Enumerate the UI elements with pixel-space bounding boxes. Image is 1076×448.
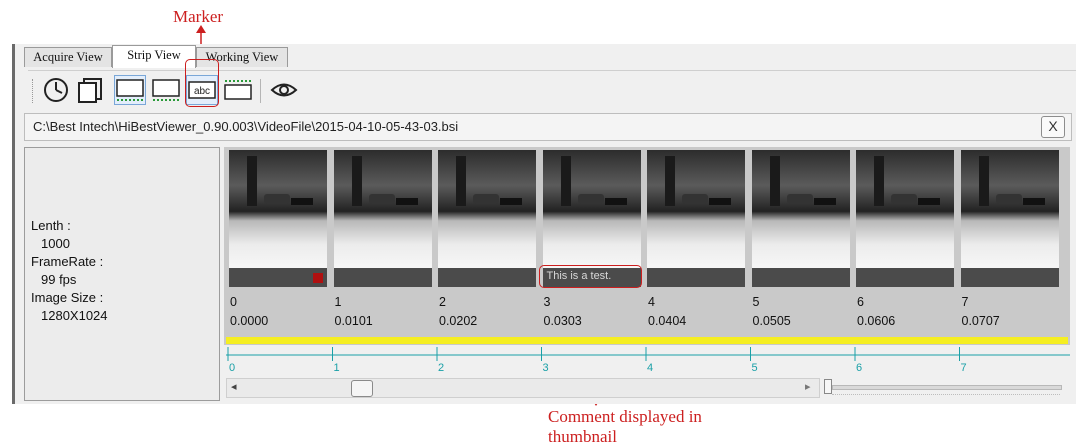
length-value: 1000 — [41, 236, 70, 251]
slider-ticks — [832, 394, 1060, 397]
close-button[interactable]: X — [1041, 116, 1065, 138]
frame-thumbnail[interactable] — [856, 150, 954, 287]
frame-image — [229, 150, 327, 268]
image-size-label: Image Size : — [31, 290, 104, 305]
ruler-label: 0 — [229, 362, 236, 374]
length-label: Lenth : — [31, 218, 71, 233]
frame-thumbnail[interactable] — [438, 150, 536, 287]
timeline-ruler-icon — [224, 80, 252, 100]
frame-image — [647, 150, 745, 268]
ruler-label: 6 — [856, 362, 863, 374]
frame-time: 0.0000 — [230, 314, 269, 328]
tab-acquire-view[interactable]: Acquire View — [24, 47, 112, 67]
frame-index: 0 — [230, 295, 237, 309]
frame-thumbnail[interactable] — [751, 150, 850, 287]
ruler-label: 3 — [542, 362, 549, 374]
info-panel: Lenth : 1000 FrameRate : 99 fps Image Si… — [24, 147, 220, 401]
scroll-right-arrow[interactable]: ▸ — [805, 380, 811, 393]
ruler-label: 5 — [751, 362, 758, 374]
copy-frames-button[interactable] — [74, 75, 106, 105]
timeline-ruler[interactable]: 0 1 2 3 4 5 6 7 — [226, 345, 1070, 377]
comment-annotation-line1: Comment displayed in — [548, 407, 702, 426]
ruler-label: 1 — [333, 362, 340, 374]
image-size-value: 1280X1024 — [41, 308, 108, 323]
selection-highlight-bar — [226, 337, 1068, 344]
comment-highlight-box — [539, 265, 642, 288]
marker-indicator — [313, 273, 323, 283]
eye-button[interactable] — [268, 75, 300, 105]
scroll-left-arrow[interactable]: ◂ — [231, 380, 237, 393]
frame-time: 0.0707 — [961, 314, 1000, 328]
file-path: C:\Best Intech\HiBestViewer_0.90.003\Vid… — [33, 119, 459, 134]
frame-caption-bar — [333, 268, 432, 287]
frame-index: 1 — [334, 295, 342, 309]
frame-thumbnail[interactable] — [229, 150, 327, 287]
thumbnail-strip-button[interactable] — [114, 75, 146, 105]
frame-caption-bar — [856, 268, 954, 287]
eye-icon — [270, 83, 298, 97]
frame-image — [333, 150, 432, 268]
marker-highlight-box — [185, 59, 219, 107]
frame-thumbnail[interactable] — [333, 150, 432, 287]
frame-time: 0.0606 — [857, 314, 896, 328]
frame-time: 0.0303 — [543, 314, 582, 328]
slider-handle[interactable] — [824, 379, 832, 394]
frame-image — [542, 150, 641, 268]
clock-button[interactable] — [40, 75, 72, 105]
thumbnail-strip: 0 0.0000 1 0.0101 2 0.0202 This is a test. 3 0.0… — [224, 147, 1070, 345]
frame-time: 0.0505 — [752, 314, 791, 328]
frame-thumbnail[interactable] — [647, 150, 745, 287]
frame-caption-bar — [647, 268, 745, 287]
clock-icon — [44, 78, 68, 102]
frame-caption-bar — [751, 268, 850, 287]
ruler-label: 2 — [438, 362, 445, 374]
framerate-label: FrameRate : — [31, 254, 104, 269]
tab-strip-view[interactable]: Strip View — [112, 45, 196, 68]
frame-image — [438, 150, 536, 268]
frame-caption-bar — [960, 268, 1059, 287]
comment-annotation-line2: thumbnail — [548, 427, 617, 446]
file-path-bar: C:\Best Intech\HiBestViewer_0.90.003\Vid… — [24, 113, 1072, 141]
framerate-value: 99 fps — [41, 272, 77, 287]
frame-image — [751, 150, 850, 268]
frame-caption-bar — [438, 268, 536, 287]
frame-index: 3 — [543, 295, 551, 309]
thumbnail-strip-icon — [116, 79, 144, 101]
frame-image — [856, 150, 954, 268]
frame-thumbnail[interactable] — [960, 150, 1059, 287]
frame-index: 7 — [961, 295, 969, 309]
frame-caption-bar — [229, 268, 327, 287]
frame-time: 0.0404 — [648, 314, 687, 328]
zoom-slider[interactable] — [824, 378, 1062, 398]
thumbnail-strip-alt-button[interactable] — [150, 75, 182, 105]
slider-track — [832, 385, 1062, 390]
frame-index: 4 — [648, 295, 655, 309]
frame-index: 5 — [752, 295, 760, 309]
frame-index: 2 — [439, 295, 446, 309]
frame-time: 0.0202 — [439, 314, 478, 328]
toolbar-separator — [260, 79, 261, 103]
frame-time: 0.0101 — [334, 314, 373, 328]
ruler-label: 4 — [647, 362, 654, 374]
frame-index: 6 — [857, 295, 864, 309]
copy-frames-icon — [78, 78, 102, 103]
frame-image — [960, 150, 1059, 268]
ruler-label: 7 — [960, 362, 967, 374]
horizontal-scrollbar[interactable]: ◂ ▸ — [226, 378, 820, 398]
thumbnail-strip-alt-icon — [152, 79, 180, 101]
scroll-thumb[interactable] — [351, 380, 373, 397]
timeline-ruler-button[interactable] — [222, 75, 254, 105]
toolbar-grip — [32, 79, 35, 103]
